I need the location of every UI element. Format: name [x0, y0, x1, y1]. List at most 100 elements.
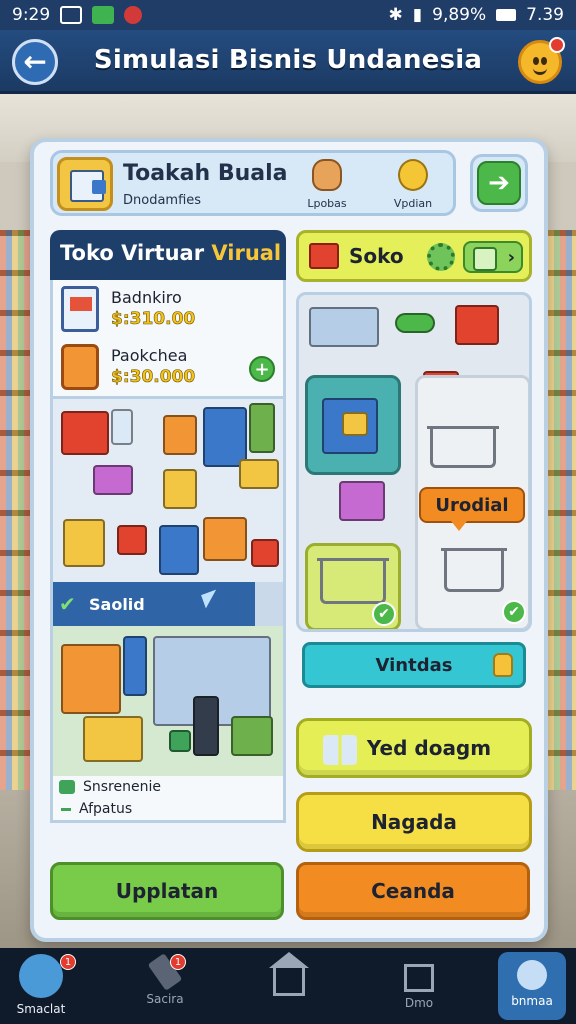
basket-icon	[317, 558, 389, 604]
nav-label: bnmaa	[511, 994, 553, 1008]
bottom-nav: Smaclat 1 Sacira 1 Dmo bnmaa	[0, 948, 576, 1024]
mascot-face-icon[interactable]	[518, 37, 565, 84]
status-strip[interactable]: ✔ Saolid	[53, 582, 283, 626]
nagada-button[interactable]: Nagada	[296, 792, 532, 852]
chevron-right-icon: ›	[507, 246, 515, 268]
product-screen-icon	[61, 286, 99, 332]
gift-box-item[interactable]	[339, 481, 385, 521]
info-label: Snsrenenie	[83, 779, 161, 795]
arrow-left-icon: ←	[23, 45, 47, 78]
check-badge-icon: ✔	[502, 600, 526, 624]
shop-scene-illustration	[53, 626, 283, 776]
hand-pointer-icon	[493, 653, 513, 677]
store-computer-icon	[57, 157, 113, 211]
battery-icon	[496, 9, 517, 21]
shopping-cart-icon	[427, 426, 499, 468]
soko-label: Soko	[349, 244, 404, 268]
app-bar: ← Simulasi Bisnis Undanesia	[0, 30, 576, 94]
cans-icon	[323, 735, 357, 765]
notification-dot	[549, 37, 565, 53]
status-strip-label: Saolid	[89, 594, 145, 614]
red-basket-item[interactable]	[455, 305, 499, 345]
gear-icon[interactable]	[427, 243, 455, 271]
yed-doagm-button[interactable]: Yed doagm	[296, 718, 532, 778]
arrow-right-icon: ➔	[488, 168, 510, 198]
checkmark-icon: ✔	[59, 592, 76, 616]
info-row: Snsrenenie	[53, 776, 283, 798]
virtual-store-header: Toko Virtuar Virual	[50, 230, 286, 280]
virtual-store-title: Toko Virtuar	[60, 241, 212, 265]
stat-staff[interactable]: Lpobas	[297, 159, 357, 210]
stat-customer[interactable]: Vpdian	[383, 159, 443, 210]
upplatan-button[interactable]: Upplatan	[50, 862, 284, 920]
shopping-cart-icon	[441, 548, 507, 592]
nav-label: Sacira	[146, 992, 184, 1006]
cursor-pointer-icon	[201, 589, 221, 609]
nav-label: Smaclat	[16, 1002, 66, 1016]
check-badge-icon: ✔	[372, 602, 396, 626]
back-button[interactable]: ←	[12, 39, 58, 85]
home-icon	[269, 952, 309, 996]
product-item[interactable]: Paokchea $:30.000 +	[53, 338, 283, 396]
main-card: Toakah Buala Dnodamfies Lpobas Vpdian ➔ …	[30, 138, 548, 942]
smiley-icon	[398, 159, 428, 191]
info-chart-icon	[59, 780, 75, 794]
product-name: Badnkiro	[111, 288, 182, 307]
green-tag-item[interactable]	[395, 313, 435, 333]
nav-label: Dmo	[404, 996, 434, 1010]
virtual-store-column: Toko Virtuar Virual Badnkiro $:310.00 Pa…	[50, 230, 286, 823]
ceanda-button[interactable]: Ceanda	[296, 862, 530, 920]
info-label: Afpatus	[79, 801, 133, 817]
store-summary-panel[interactable]: Toakah Buala Dnodamfies Lpobas Vpdian	[50, 150, 456, 216]
upplatan-label: Upplatan	[115, 879, 219, 903]
stat-customer-label: Vpdian	[393, 197, 433, 210]
product-price: $:30.000	[111, 367, 196, 388]
status-bar: 9:29 ✱ ▮ 9,89% 7.39	[0, 0, 576, 30]
status-time: 9:29	[12, 5, 51, 25]
message-notification-icon	[92, 6, 115, 24]
page-title: Simulasi Bisnis Undanesia	[93, 45, 483, 75]
store-name: Toakah Buala	[123, 161, 288, 186]
product-item[interactable]: Badnkiro $:310.00	[53, 280, 283, 338]
vintdas-button[interactable]: Vintdas	[302, 642, 526, 688]
soko-go-button[interactable]: ›	[463, 241, 523, 273]
worker-icon	[312, 159, 342, 191]
bluetooth-icon: ✱	[388, 5, 403, 25]
store-items-illustration	[53, 396, 283, 582]
virtual-store-title-accent: Virual	[211, 241, 282, 265]
soko-header[interactable]: Soko ›	[296, 230, 532, 282]
product-box-icon	[61, 344, 99, 390]
gallery-notification-icon	[60, 6, 83, 24]
nav-item-inventory[interactable]: Dmo	[384, 952, 454, 1020]
vintdas-button-label: Vintdas	[375, 654, 453, 676]
product-tile-shelf[interactable]	[305, 375, 401, 475]
square-icon	[404, 964, 434, 992]
product-price: $:310.00	[111, 309, 196, 330]
yed-doagm-label: Yed doagm	[366, 736, 492, 760]
dash-icon	[61, 807, 71, 811]
nav-badge: 1	[60, 954, 76, 970]
signal-icon: ▮	[412, 5, 423, 25]
nav-item-home[interactable]: Smaclat 1	[6, 952, 76, 1020]
basket-tile[interactable]: ✔	[305, 543, 401, 629]
cash-register-item[interactable]	[309, 307, 379, 347]
user-avatar-icon	[19, 954, 63, 998]
shop-items-panel: ✔ Urodial ✔	[296, 292, 532, 632]
nav-item-profile[interactable]: bnmaa	[498, 952, 566, 1020]
nav-item-store[interactable]	[254, 952, 324, 1020]
nagada-label: Nagada	[371, 810, 457, 834]
add-product-button[interactable]: +	[249, 356, 275, 382]
nav-item-tools[interactable]: Sacira 1	[130, 952, 200, 1020]
shop-box-icon	[309, 243, 339, 269]
app-notification-icon	[124, 6, 143, 24]
nav-badge: 1	[170, 954, 186, 970]
product-name: Paokchea	[111, 346, 188, 365]
next-button[interactable]: ➔	[470, 154, 528, 212]
urodial-badge[interactable]: Urodial	[419, 487, 525, 531]
profile-icon	[517, 960, 547, 990]
store-subtitle: Dnodamfies	[123, 193, 202, 208]
status-clock: 7.39	[526, 5, 564, 25]
ceanda-label: Ceanda	[371, 879, 455, 903]
strip-end-tab	[255, 582, 283, 626]
battery-percent: 9,89%	[432, 5, 487, 25]
